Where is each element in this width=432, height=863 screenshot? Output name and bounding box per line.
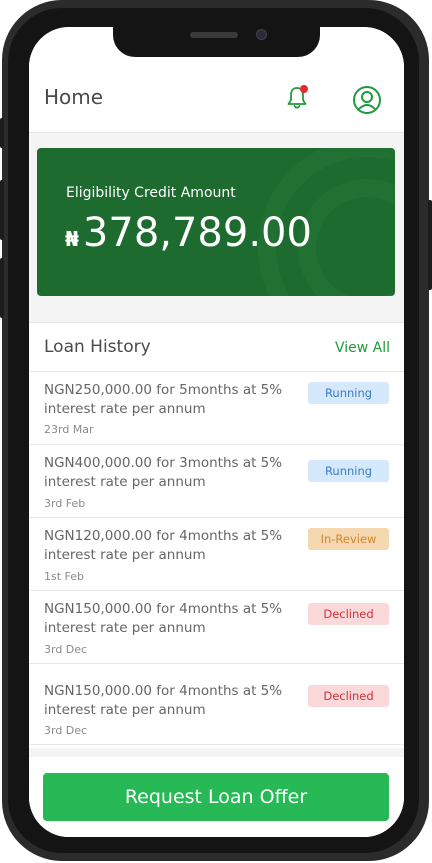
app-screen: Home Eligibility Credit Amount ₦ 378,789… [29,27,404,837]
view-all-link[interactable]: View All [335,340,390,356]
status-badge: Declined [308,685,389,707]
loan-history-title: Loan History [44,337,151,357]
credit-amount-row: ₦ 378,789.00 [65,210,312,256]
loan-date: 3rd Dec [44,724,88,737]
credit-label: Eligibility Credit Amount [66,185,236,201]
loan-history-header: Loan History View All [29,323,404,372]
loan-item[interactable]: NGN250,000.00 for 5months at 5% interest… [29,372,404,445]
page-title: Home [44,85,104,109]
status-badge: Running [308,460,389,482]
loan-item[interactable]: NGN150,000.00 for 4months at 5% interest… [29,664,404,745]
user-icon[interactable] [352,85,382,115]
naira-symbol: ₦ [65,227,79,251]
loan-history-section: Loan History View All NGN250,000.00 for … [29,322,404,748]
credit-amount: 378,789.00 [82,210,312,256]
loan-description: NGN120,000.00 for 4months at 5% interest… [44,528,283,563]
bell-icon[interactable] [285,85,309,111]
status-badge: Running [308,382,389,404]
request-loan-offer-button[interactable]: Request Loan Offer [43,773,389,821]
credit-card: Eligibility Credit Amount ₦ 378,789.00 [37,148,395,296]
loan-description: NGN150,000.00 for 4months at 5% interest… [44,683,283,718]
loan-date: 1st Feb [44,570,85,583]
loan-description: NGN150,000.00 for 4months at 5% interest… [44,601,283,636]
notification-dot [300,85,308,93]
bottom-bar: Request Loan Offer [29,757,404,837]
status-badge: In-Review [308,528,389,550]
loan-item[interactable]: NGN120,000.00 for 4months at 5% interest… [29,518,404,591]
notch [113,27,320,57]
volume-down-button [0,258,4,318]
speaker [190,32,238,38]
loan-date: 23rd Mar [44,423,94,436]
loan-list: NGN250,000.00 for 5months at 5% interest… [29,372,404,745]
loan-date: 3rd Feb [44,497,86,510]
loan-item[interactable]: NGN400,000.00 for 3months at 5% interest… [29,445,404,518]
front-camera [256,29,267,40]
loan-date: 3rd Dec [44,643,88,656]
volume-up-button [0,180,4,240]
loan-description: NGN250,000.00 for 5months at 5% interest… [44,382,283,417]
status-badge: Declined [308,603,389,625]
loan-item[interactable]: NGN150,000.00 for 4months at 5% interest… [29,591,404,664]
mute-switch [0,118,4,148]
loan-description: NGN400,000.00 for 3months at 5% interest… [44,455,283,490]
power-button [428,200,432,290]
